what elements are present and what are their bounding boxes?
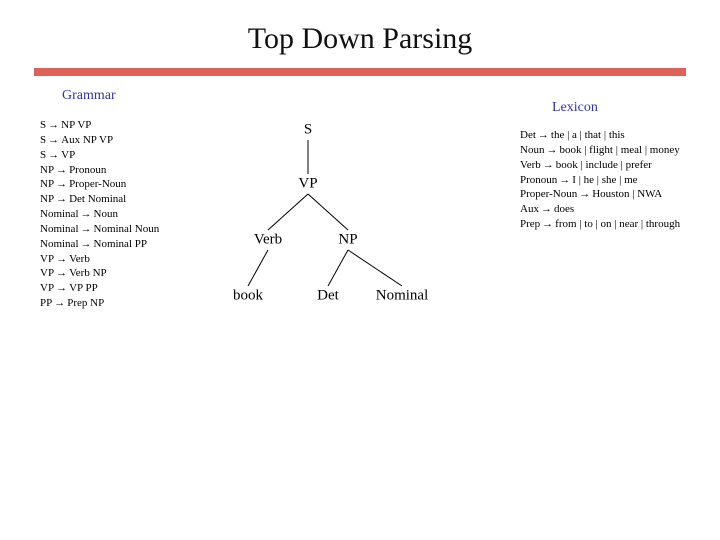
arrow-icon: →	[577, 188, 592, 200]
grammar-rule: Nominal→Nominal Noun	[40, 222, 159, 237]
tree-node-s: S	[304, 122, 312, 139]
rule-rhs: the | a | that | this	[551, 129, 625, 141]
rule-rhs: Nominal Noun	[94, 223, 160, 235]
tree-node-vp: VP	[298, 176, 317, 193]
arrow-icon: →	[54, 178, 69, 190]
arrow-icon: →	[540, 218, 555, 230]
rule-rhs: Pronoun	[69, 164, 106, 176]
rule-rhs: Verb NP	[69, 267, 107, 279]
rule-rhs: Houston | NWA	[592, 188, 662, 200]
arrow-icon: →	[536, 129, 551, 141]
rule-rhs: Proper-Noun	[69, 178, 126, 190]
grammar-rule: VP→Verb	[40, 252, 159, 267]
rule-rhs: book | flight | meal | money	[559, 144, 679, 156]
arrow-icon: →	[46, 149, 61, 161]
lexicon-rule: Aux→does	[520, 202, 680, 217]
grammar-rule: NP→Proper-Noun	[40, 177, 159, 192]
arrow-icon: →	[54, 267, 69, 279]
rule-lhs: VP	[40, 282, 54, 294]
grammar-rule: S→VP	[40, 148, 159, 163]
rule-rhs: VP PP	[69, 282, 98, 294]
rule-lhs: PP	[40, 297, 52, 309]
grammar-rule: VP→Verb NP	[40, 266, 159, 281]
tree-edge	[328, 250, 348, 286]
rule-lhs: Aux	[520, 203, 539, 215]
rule-rhs: Verb	[69, 253, 90, 265]
grammar-rule: NP→Pronoun	[40, 163, 159, 178]
rule-rhs: VP	[61, 149, 75, 161]
arrow-icon: →	[46, 134, 61, 146]
arrow-icon: →	[544, 144, 559, 156]
lexicon-rule: Prep→from | to | on | near | through	[520, 217, 680, 232]
rule-rhs: I | he | she | me	[572, 174, 637, 186]
grammar-rule: Nominal→Nominal PP	[40, 237, 159, 252]
rule-rhs: Det Nominal	[69, 193, 126, 205]
arrow-icon: →	[79, 238, 94, 250]
arrow-icon: →	[54, 193, 69, 205]
grammar-rule: NP→Det Nominal	[40, 192, 159, 207]
rule-lhs: Noun	[520, 144, 544, 156]
page-title: Top Down Parsing	[0, 0, 720, 68]
rule-rhs: Noun	[94, 208, 118, 220]
lexicon-rule: Pronoun→I | he | she | me	[520, 173, 680, 188]
tree-edge	[268, 194, 308, 230]
grammar-rule: PP→Prep NP	[40, 296, 159, 311]
lexicon-rule: Noun→book | flight | meal | money	[520, 143, 680, 158]
lexicon-heading: Lexicon	[552, 100, 598, 116]
rule-rhs: book | include | prefer	[556, 159, 652, 171]
tree-node-det: Det	[317, 288, 339, 305]
rule-lhs: Verb	[520, 159, 541, 171]
parse-tree: S VP Verb NP book Det Nominal	[178, 112, 498, 372]
rule-rhs: Nominal PP	[94, 238, 147, 250]
grammar-rule-list: S→NP VPS→Aux NP VPS→VPNP→PronounNP→Prope…	[40, 118, 159, 311]
arrow-icon: →	[539, 203, 554, 215]
tree-edge	[248, 250, 268, 286]
arrow-icon: →	[541, 159, 556, 171]
rule-rhs: Prep NP	[67, 297, 104, 309]
lexicon-rule-list: Det→the | a | that | thisNoun→book | fli…	[520, 128, 680, 232]
rule-lhs: NP	[40, 178, 54, 190]
arrow-icon: →	[54, 164, 69, 176]
lexicon-rule: Verb→book | include | prefer	[520, 158, 680, 173]
tree-edge	[348, 250, 402, 286]
rule-lhs: Proper-Noun	[520, 188, 577, 200]
tree-node-nominal: Nominal	[376, 288, 429, 305]
grammar-rule: VP→VP PP	[40, 281, 159, 296]
tree-node-verb: Verb	[254, 232, 282, 249]
rule-lhs: NP	[40, 193, 54, 205]
rule-lhs: Det	[520, 129, 536, 141]
lexicon-rule: Det→the | a | that | this	[520, 128, 680, 143]
arrow-icon: →	[79, 208, 94, 220]
arrow-icon: →	[54, 282, 69, 294]
rule-lhs: VP	[40, 267, 54, 279]
rule-lhs: Nominal	[40, 238, 79, 250]
rule-rhs: from | to | on | near | through	[555, 218, 680, 230]
rule-rhs: NP VP	[61, 119, 91, 131]
lexicon-rule: Proper-Noun→Houston | NWA	[520, 187, 680, 202]
arrow-icon: →	[54, 253, 69, 265]
tree-node-np: NP	[338, 232, 357, 249]
grammar-rule: S→Aux NP VP	[40, 133, 159, 148]
rule-lhs: Nominal	[40, 223, 79, 235]
grammar-heading: Grammar	[62, 88, 116, 104]
arrow-icon: →	[52, 297, 67, 309]
title-underline	[34, 68, 686, 76]
tree-edge	[308, 194, 348, 230]
arrow-icon: →	[79, 223, 94, 235]
grammar-rule: Nominal→Noun	[40, 207, 159, 222]
rule-rhs: Aux NP VP	[61, 134, 113, 146]
arrow-icon: →	[46, 119, 61, 131]
arrow-icon: →	[557, 174, 572, 186]
rule-lhs: VP	[40, 253, 54, 265]
grammar-rule: S→NP VP	[40, 118, 159, 133]
rule-lhs: Prep	[520, 218, 540, 230]
rule-lhs: Pronoun	[520, 174, 557, 186]
rule-lhs: NP	[40, 164, 54, 176]
tree-node-book: book	[233, 288, 263, 305]
rule-rhs: does	[554, 203, 574, 215]
rule-lhs: Nominal	[40, 208, 79, 220]
